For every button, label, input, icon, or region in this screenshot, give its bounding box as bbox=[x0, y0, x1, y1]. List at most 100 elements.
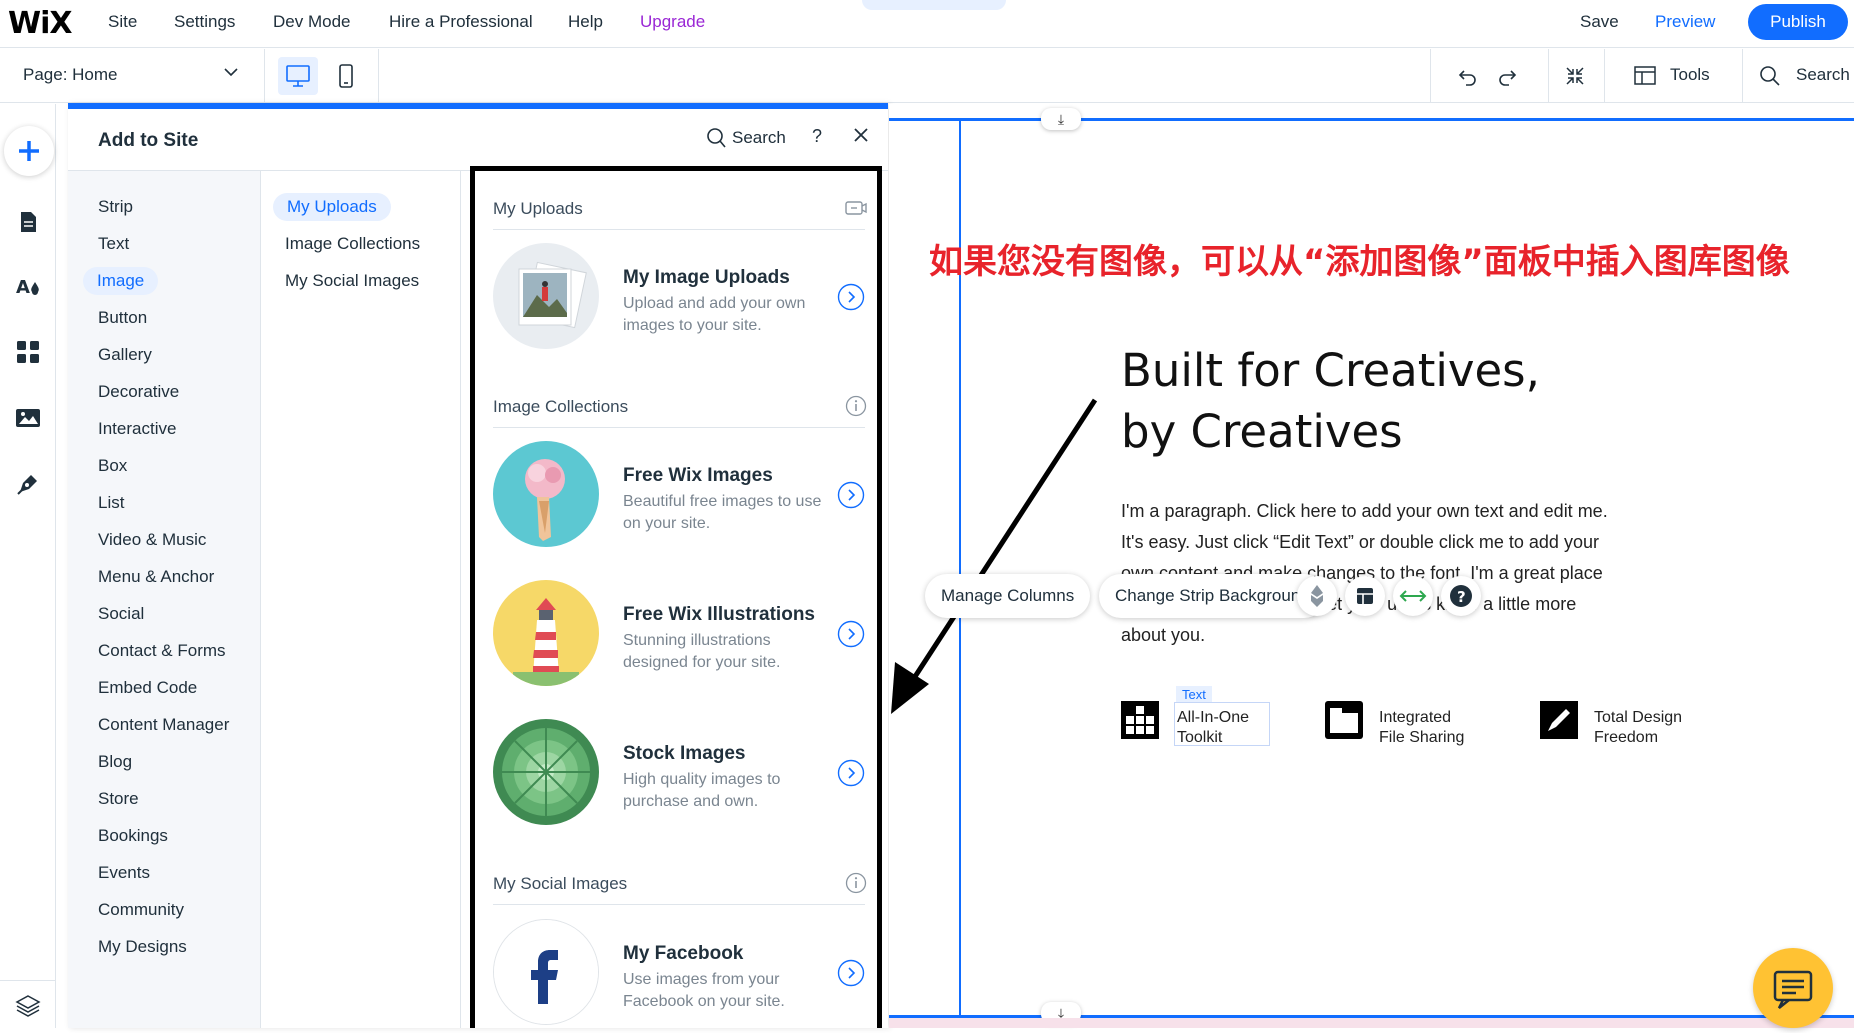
page-headline[interactable]: Built for Creatives, by Creatives bbox=[1121, 340, 1540, 462]
category-embed-code[interactable]: Embed Code bbox=[98, 678, 197, 698]
zoom-out-icon[interactable] bbox=[1562, 63, 1588, 94]
category-decorative[interactable]: Decorative bbox=[98, 382, 179, 402]
item-title-my-image-uploads[interactable]: My Image Uploads bbox=[623, 267, 790, 289]
divider bbox=[1604, 49, 1605, 103]
design-icon[interactable]: A bbox=[14, 272, 42, 300]
category-gallery[interactable]: Gallery bbox=[98, 345, 152, 365]
menu-hire-professional[interactable]: Hire a Professional bbox=[389, 12, 533, 32]
plus-icon bbox=[19, 141, 39, 161]
chevron-right-circle-icon[interactable] bbox=[837, 283, 865, 311]
redo-icon[interactable] bbox=[1494, 63, 1520, 94]
item-title-free-wix-illustrations[interactable]: Free Wix Illustrations bbox=[623, 604, 815, 626]
feature-total-design-freedom[interactable]: Total Design Freedom bbox=[1594, 708, 1682, 748]
item-title-stock-images[interactable]: Stock Images bbox=[623, 743, 746, 765]
mobile-icon bbox=[339, 64, 353, 88]
tools-button[interactable]: Tools bbox=[1670, 65, 1710, 85]
category-button[interactable]: Button bbox=[98, 308, 147, 328]
mobile-view-button[interactable] bbox=[326, 57, 366, 95]
divider bbox=[493, 427, 865, 428]
category-menu-anchor[interactable]: Menu & Anchor bbox=[98, 567, 214, 587]
menu-help[interactable]: Help bbox=[568, 12, 603, 32]
save-button[interactable]: Save bbox=[1580, 12, 1619, 32]
info-icon[interactable] bbox=[845, 872, 867, 894]
headline-line-2: by Creatives bbox=[1121, 405, 1403, 458]
animation-icon[interactable] bbox=[1297, 576, 1337, 616]
search-icon[interactable] bbox=[706, 126, 728, 155]
help-button[interactable]: ? bbox=[812, 126, 822, 147]
stock-images-thumbnail[interactable] bbox=[493, 719, 599, 825]
layers-icon[interactable] bbox=[14, 992, 42, 1020]
page-selector[interactable]: Page: Home bbox=[23, 65, 118, 85]
chevron-right-circle-icon[interactable] bbox=[837, 481, 865, 509]
desktop-view-button[interactable] bbox=[278, 57, 318, 95]
category-list[interactable]: List bbox=[98, 493, 124, 513]
pages-icon[interactable] bbox=[14, 208, 42, 236]
close-icon[interactable] bbox=[850, 124, 872, 152]
category-image[interactable]: Image bbox=[83, 267, 159, 295]
chevron-right-circle-icon[interactable] bbox=[837, 959, 865, 987]
category-video-music[interactable]: Video & Music bbox=[98, 530, 206, 550]
blog-pen-icon[interactable] bbox=[14, 470, 42, 498]
stretch-icon[interactable] bbox=[1393, 576, 1433, 616]
category-strip[interactable]: Strip bbox=[98, 197, 133, 217]
category-events[interactable]: Events bbox=[98, 863, 150, 883]
item-title-my-facebook[interactable]: My Facebook bbox=[623, 943, 743, 965]
search-button[interactable]: Search bbox=[1796, 65, 1850, 85]
subcategory-my-uploads[interactable]: My Uploads bbox=[273, 193, 391, 221]
my-image-uploads-thumbnail[interactable] bbox=[493, 243, 599, 349]
add-to-site-panel: Add to Site Search ? Strip Text Image Bu… bbox=[68, 104, 888, 1028]
tools-icon[interactable] bbox=[1632, 64, 1658, 93]
chat-icon bbox=[1773, 970, 1813, 1009]
my-facebook-thumbnail[interactable] bbox=[493, 919, 599, 1025]
help-icon[interactable]: ? bbox=[1441, 576, 1481, 616]
subcategory-image-collections[interactable]: Image Collections bbox=[285, 234, 420, 254]
category-content-manager[interactable]: Content Manager bbox=[98, 715, 229, 735]
preview-button[interactable]: Preview bbox=[1655, 12, 1715, 32]
info-icon[interactable] bbox=[845, 395, 867, 417]
svg-text:?: ? bbox=[1457, 588, 1466, 606]
free-wix-images-thumbnail[interactable] bbox=[493, 441, 599, 547]
feature-line: File Sharing bbox=[1379, 729, 1465, 746]
change-strip-background-button[interactable]: Change Strip Background bbox=[1099, 574, 1326, 618]
free-wix-illustrations-thumbnail[interactable] bbox=[493, 580, 599, 686]
category-store[interactable]: Store bbox=[98, 789, 139, 809]
annotation-arrow bbox=[891, 398, 1098, 714]
chevron-right-circle-icon[interactable] bbox=[837, 759, 865, 787]
menu-site[interactable]: Site bbox=[108, 12, 137, 32]
chevron-right-circle-icon[interactable] bbox=[837, 620, 865, 648]
divider bbox=[1430, 49, 1431, 103]
item-title-free-wix-images[interactable]: Free Wix Images bbox=[623, 465, 773, 487]
category-bookings[interactable]: Bookings bbox=[98, 826, 168, 846]
menu-settings[interactable]: Settings bbox=[174, 12, 235, 32]
search-icon[interactable] bbox=[1758, 64, 1782, 93]
strip-resize-top-handle[interactable]: ⤓ bbox=[1041, 108, 1081, 130]
subcategory-my-social-images[interactable]: My Social Images bbox=[285, 271, 419, 291]
category-text[interactable]: Text bbox=[98, 234, 129, 254]
add-elements-button[interactable] bbox=[4, 126, 54, 176]
category-community[interactable]: Community bbox=[98, 900, 184, 920]
apps-icon[interactable] bbox=[14, 338, 42, 366]
category-contact-forms[interactable]: Contact & Forms bbox=[98, 641, 226, 661]
menu-dev-mode[interactable]: Dev Mode bbox=[273, 12, 350, 32]
editor-canvas[interactable]: ⤓ ⤓ 如果您没有图像，可以从“添加图像”面板中插入图库图像 Built for… bbox=[889, 104, 1854, 1028]
category-blog[interactable]: Blog bbox=[98, 752, 132, 772]
media-icon[interactable] bbox=[14, 404, 42, 432]
menu-upgrade[interactable]: Upgrade bbox=[640, 12, 705, 32]
publish-button[interactable]: Publish bbox=[1748, 4, 1848, 40]
chevron-down-icon[interactable] bbox=[222, 63, 240, 86]
feature-integrated-file-sharing[interactable]: Integrated File Sharing bbox=[1379, 708, 1464, 748]
feature-all-in-one-toolkit[interactable]: All-In-One Toolkit bbox=[1177, 708, 1249, 748]
chat-button[interactable] bbox=[1753, 948, 1833, 1028]
category-interactive[interactable]: Interactive bbox=[98, 419, 176, 439]
category-social[interactable]: Social bbox=[98, 604, 144, 624]
manage-columns-button[interactable]: Manage Columns bbox=[925, 574, 1091, 618]
category-box[interactable]: Box bbox=[98, 456, 127, 476]
wix-logo[interactable]: WiX bbox=[8, 6, 73, 41]
category-my-designs[interactable]: My Designs bbox=[98, 937, 187, 957]
top-notch-handle[interactable]: ⌃ bbox=[862, 0, 1006, 10]
next-strip[interactable] bbox=[889, 1018, 1854, 1028]
panel-search-button[interactable]: Search bbox=[732, 128, 786, 148]
layout-icon[interactable] bbox=[1345, 576, 1385, 616]
undo-icon[interactable] bbox=[1455, 63, 1481, 94]
video-upload-icon[interactable] bbox=[845, 197, 867, 219]
